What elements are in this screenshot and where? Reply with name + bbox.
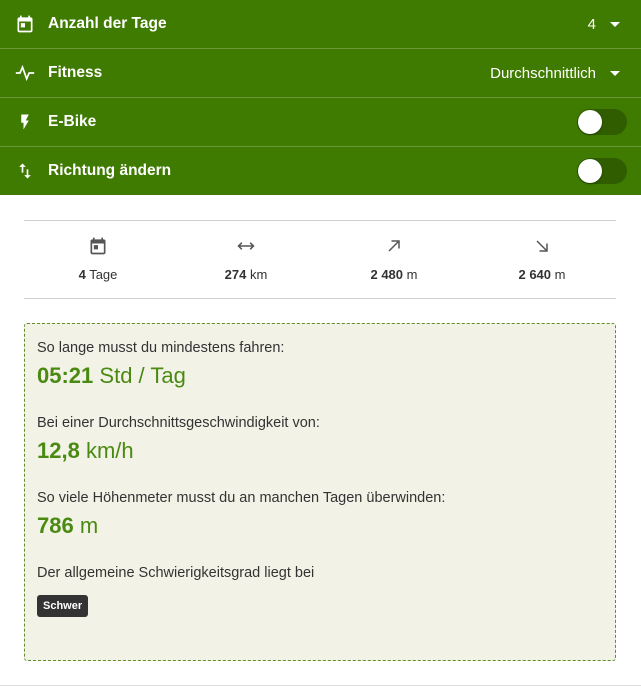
arrow-down-right-icon (531, 235, 553, 257)
chevron-down-icon[interactable] (610, 70, 620, 76)
ebike-toggle-row: E-Bike (0, 98, 641, 147)
calendar-icon (87, 235, 109, 257)
trip-settings: Anzahl der Tage 4 Fitness Durchschnittli… (0, 0, 641, 195)
days-value[interactable]: 4 (588, 16, 596, 33)
duration-question: So lange musst du mindestens fahren: (37, 340, 285, 356)
stat-ascent-unit: m (406, 267, 418, 282)
elevation-answer: 786 m (37, 513, 603, 539)
stat-distance-value: 274 (224, 267, 247, 282)
fitness-select-row[interactable]: Fitness Durchschnittlich (0, 49, 641, 98)
reverse-toggle[interactable] (577, 158, 627, 184)
stat-distance-unit: km (249, 267, 268, 282)
stat-descent: 2 640 m (468, 221, 616, 298)
stat-days: 4 Tage (24, 221, 172, 298)
days-label: Anzahl der Tage (48, 15, 167, 32)
requirements-panel: So lange musst du mindestens fahren: 05:… (24, 323, 616, 661)
horizontal-arrows-icon (235, 235, 257, 257)
arrow-up-right-icon (383, 235, 405, 257)
fitness-value[interactable]: Durchschnittlich (490, 65, 596, 82)
toggle-knob (578, 110, 602, 134)
days-select-row[interactable]: Anzahl der Tage 4 (0, 0, 641, 49)
trip-stats: 4 Tage 274 km 2 480 m 2 640 m (24, 220, 616, 299)
stat-ascent: 2 480 m (320, 221, 468, 298)
stat-ascent-value: 2 480 (370, 267, 404, 282)
ebike-label: E-Bike (48, 113, 97, 130)
reverse-toggle-row: Richtung ändern (0, 147, 641, 195)
calendar-icon (14, 13, 36, 35)
elevation-unit: m (79, 513, 99, 538)
stat-descent-value: 2 640 (518, 267, 552, 282)
reverse-label: Richtung ändern (48, 162, 172, 179)
toggle-knob (578, 159, 602, 183)
speed-value: 12,8 (37, 438, 80, 463)
duration-answer: 05:21 Std / Tag (37, 363, 603, 389)
stat-days-value: 4 (78, 267, 86, 282)
lightning-icon (14, 111, 36, 133)
stat-distance: 274 km (172, 221, 320, 298)
difficulty-badge: Schwer (37, 595, 89, 617)
difficulty-question: Der allgemeine Schwierigkeitsgrad liegt … (37, 565, 315, 581)
speed-question: Bei einer Durchschnittsgeschwindigkeit v… (37, 415, 320, 431)
fitness-label: Fitness (48, 64, 103, 81)
elevation-value: 786 (37, 513, 74, 538)
chevron-down-icon[interactable] (610, 21, 620, 27)
ebike-toggle[interactable] (577, 109, 627, 135)
duration-unit: Std / Tag (99, 363, 186, 388)
swap-vertical-icon (14, 160, 36, 182)
speed-answer: 12,8 km/h (37, 438, 603, 464)
stat-days-unit: Tage (89, 267, 118, 282)
stat-descent-unit: m (554, 267, 566, 282)
elevation-question: So viele Höhenmeter musst du an manchen … (37, 490, 446, 506)
duration-value: 05:21 (37, 363, 94, 388)
pulse-icon (14, 62, 36, 84)
speed-unit: km/h (85, 438, 134, 463)
